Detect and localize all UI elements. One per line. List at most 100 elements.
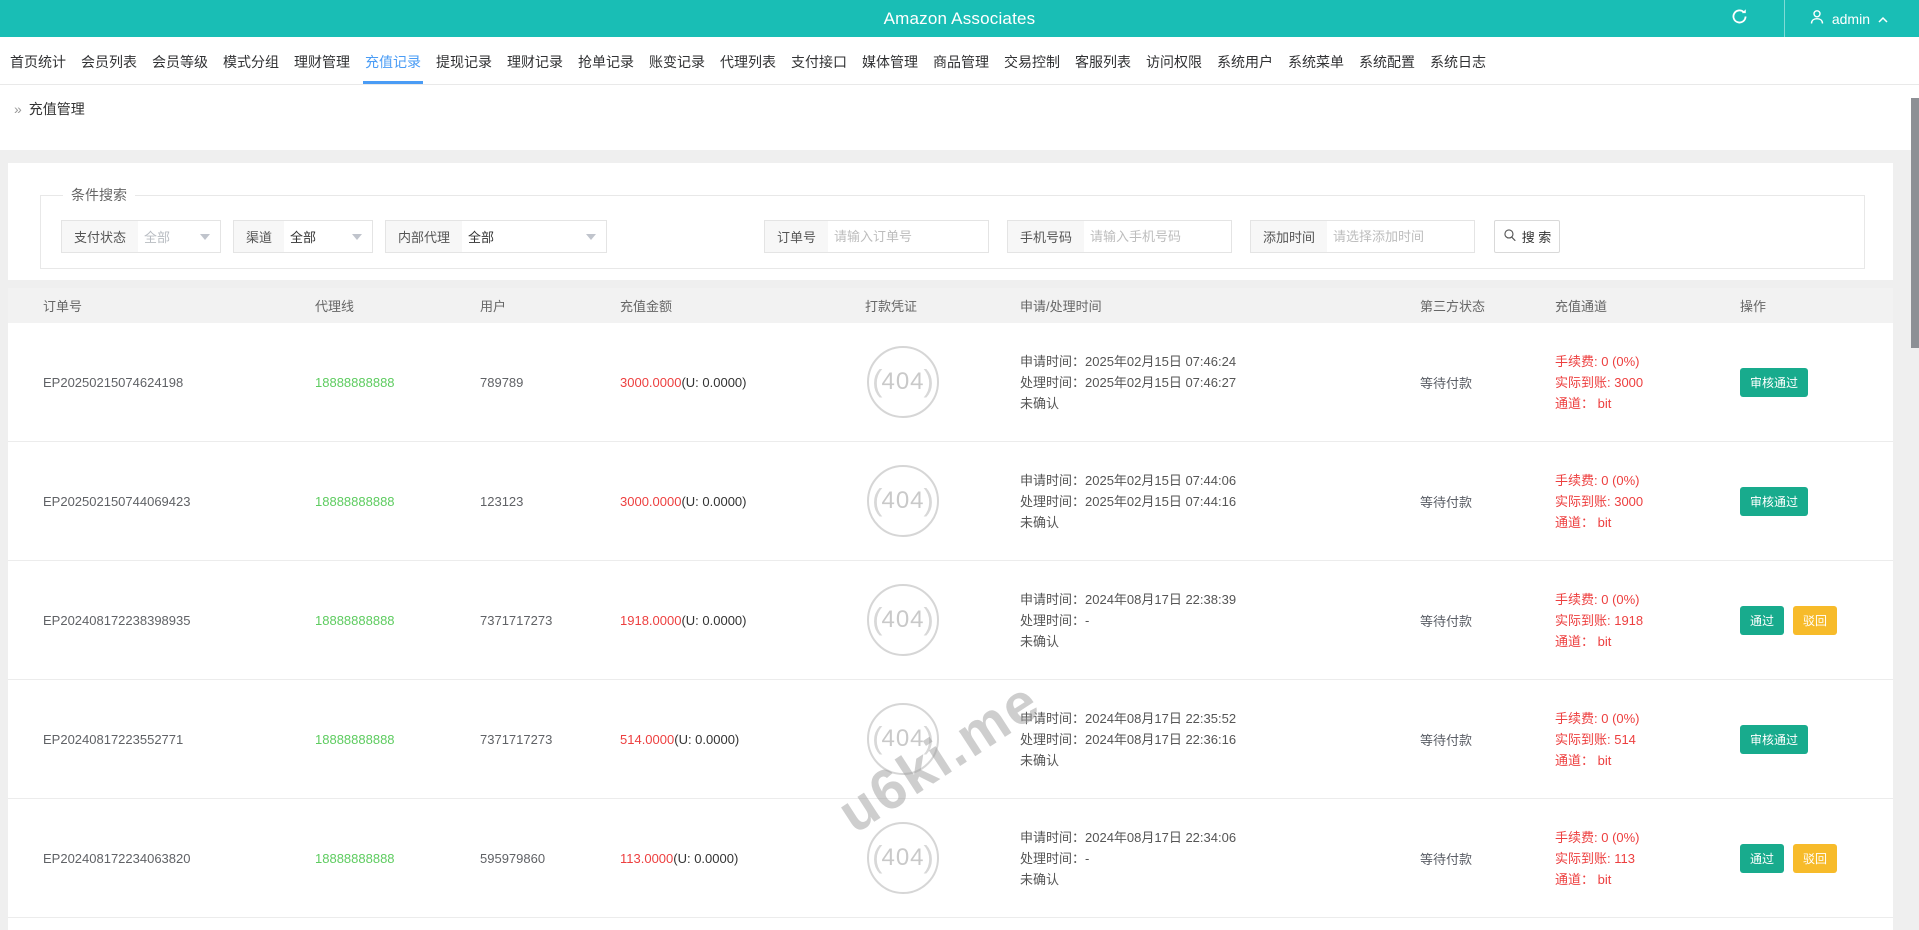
user-menu[interactable]: admin [1785, 0, 1919, 37]
pay-status-select[interactable]: 支付状态 全部 [61, 220, 221, 253]
user-id: 123123 [480, 493, 524, 509]
reject-button[interactable]: 驳回 [1793, 605, 1838, 635]
table-row: EP202408172234063820 18888888888 5959798… [8, 799, 1893, 918]
actual-line: 实际到账: 113 [1555, 850, 1635, 866]
approve-button[interactable]: 审核通过 [1740, 486, 1809, 516]
time-cell: 申请时间：2025年02月15日 07:44:06 处理时间：2025年02月1… [1020, 470, 1420, 533]
col-third-party-status: 第三方状态 [1420, 299, 1486, 314]
apply-time: 申请时间：2024年08月17日 22:38:39 [1020, 591, 1237, 607]
order-no-input[interactable] [828, 229, 988, 244]
nav-item-5[interactable]: 理财管理 [292, 38, 352, 84]
recharge-amount: 113.0000(U: 0.0000) [620, 851, 865, 866]
add-time-input[interactable] [1327, 229, 1474, 244]
nav-item-21[interactable]: 系统日志 [1428, 38, 1488, 84]
paren-close: ) [923, 600, 934, 636]
col-payment-proof: 打款凭证 [865, 299, 918, 314]
table-row: EP20240817223552771 18888888888 73717172… [8, 680, 1893, 799]
recharge-amount: 3000.0000(U: 0.0000) [620, 375, 865, 390]
paren-close: ) [923, 838, 934, 874]
nav-item-18[interactable]: 系统用户 [1215, 38, 1275, 84]
time-cell: 申请时间：2024年08月17日 22:34:06 处理时间：- 未确认 [1020, 827, 1420, 890]
amount-value: 3000.0000 [620, 374, 682, 390]
amount-suffix: (U: 0.0000) [674, 731, 740, 747]
vertical-scrollbar[interactable] [1911, 98, 1919, 348]
nav-item-11[interactable]: 代理列表 [718, 38, 778, 84]
channel-line: 通道： bit [1555, 752, 1612, 768]
nav-item-4[interactable]: 模式分组 [221, 38, 281, 84]
nav-item-6[interactable]: 充值记录 [363, 38, 423, 84]
paren-open: ( [872, 362, 883, 398]
phone-label: 手机号码 [1008, 221, 1085, 252]
process-time: 处理时间：2025年02月15日 07:44:16 [1020, 493, 1237, 509]
search-icon [1503, 228, 1517, 245]
reject-button[interactable]: 驳回 [1793, 843, 1838, 873]
time-cell: 申请时间：2024年08月17日 22:38:39 处理时间：- 未确认 [1020, 589, 1420, 652]
nav-item-1[interactable]: 首页统计 [8, 38, 68, 84]
broken-image-placeholder: ( 404 ) [867, 822, 939, 894]
row-actions: 审核通过 [1740, 486, 1893, 516]
row-actions: 审核通过 [1740, 367, 1893, 397]
nav-item-10[interactable]: 账变记录 [647, 38, 707, 84]
channel-value: 全部 [290, 230, 317, 245]
amount-suffix: (U: 0.0000) [681, 493, 747, 509]
nav-item-12[interactable]: 支付接口 [789, 38, 849, 84]
nav-item-8[interactable]: 理财记录 [505, 38, 565, 84]
amount-suffix: (U: 0.0000) [681, 612, 747, 628]
nav-item-20[interactable]: 系统配置 [1357, 38, 1417, 84]
order-number: EP20240817223552771 [43, 731, 184, 747]
apply-time: 申请时间：2024年08月17日 22:35:52 [1020, 710, 1237, 726]
nav-item-14[interactable]: 商品管理 [931, 38, 991, 84]
user-name: admin [1831, 10, 1870, 27]
approve-button[interactable]: 审核通过 [1740, 724, 1809, 754]
pass-button[interactable]: 通过 [1740, 843, 1785, 873]
row-actions: 审核通过 [1740, 724, 1893, 754]
confirm-status: 未确认 [1020, 633, 1060, 649]
internal-agent-select[interactable]: 内部代理 全部 [385, 220, 607, 253]
paren-close: ) [923, 362, 934, 398]
apply-time: 申请时间：2025年02月15日 07:46:24 [1020, 353, 1237, 369]
table-header: 订单号 代理线 用户 充值金额 打款凭证 申请/处理时间 第三方状态 充值通道 … [8, 288, 1893, 323]
paren-close: ) [923, 719, 934, 755]
nav-item-9[interactable]: 抢单记录 [576, 38, 636, 84]
nav-menu: 首页统计 会员列表 会员等级 模式分组 理财管理 充值记录 提现记录 理财记录 抢单记录 账变记录… [0, 37, 1919, 85]
nav-item-3[interactable]: 会员等级 [150, 38, 210, 84]
channel-select[interactable]: 渠道 全部 [233, 220, 373, 253]
nav-item-7[interactable]: 提现记录 [434, 38, 494, 84]
payment-proof-cell: ( 404 ) [865, 703, 1020, 775]
channel-line: 通道： bit [1555, 395, 1612, 411]
order-no-field: 订单号 [764, 220, 989, 253]
approve-button[interactable]: 审核通过 [1740, 367, 1809, 397]
col-amount: 充值金额 [620, 299, 673, 314]
col-agent-line: 代理线 [315, 299, 355, 314]
refresh-button[interactable] [1696, 0, 1784, 37]
broken-image-placeholder: ( 404 ) [867, 703, 939, 775]
nav-item-16[interactable]: 客服列表 [1073, 38, 1133, 84]
nav-item-13[interactable]: 媒体管理 [860, 38, 920, 84]
broken-image-placeholder: ( 404 ) [867, 584, 939, 656]
search-panel: 条件搜索 支付状态 全部 渠道 全部 内部代理 全部 订单号 请输入订单号 手机… [8, 163, 1893, 280]
phone-input[interactable] [1084, 229, 1231, 244]
nav-item-15[interactable]: 交易控制 [1002, 38, 1062, 84]
actual-line: 实际到账: 3000 [1555, 374, 1644, 390]
fee-line: 手续费: 0 (0%) [1555, 591, 1640, 607]
channel-cell: 手续费: 0 (0%) 实际到账: 1918 通道： bit [1555, 589, 1740, 652]
chevron-down-icon [352, 233, 362, 240]
pass-button[interactable]: 通过 [1740, 605, 1785, 635]
chevron-down-icon [586, 233, 596, 240]
fee-line: 手续费: 0 (0%) [1555, 472, 1640, 488]
recharge-amount: 514.0000(U: 0.0000) [620, 732, 865, 747]
channel-cell: 手续费: 0 (0%) 实际到账: 113 通道： bit [1555, 827, 1740, 890]
col-apply-process-time: 申请/处理时间 [1020, 299, 1102, 314]
search-button[interactable]: 搜 索 [1494, 220, 1560, 253]
order-number: EP202408172234063820 [43, 850, 191, 866]
content-area: 条件搜索 支付状态 全部 渠道 全部 内部代理 全部 订单号 请输入订单号 手机… [0, 150, 1919, 930]
payment-proof-cell: ( 404 ) [865, 822, 1020, 894]
nav-item-2[interactable]: 会员列表 [79, 38, 139, 84]
nav-item-17[interactable]: 访问权限 [1144, 38, 1204, 84]
fee-line: 手续费: 0 (0%) [1555, 829, 1640, 845]
order-number: EP202408172238398935 [43, 612, 191, 628]
image-404-text: 404 [881, 487, 925, 514]
internal-agent-value: 全部 [468, 230, 495, 245]
nav-item-19[interactable]: 系统菜单 [1286, 38, 1346, 84]
col-recharge-channel: 充值通道 [1555, 299, 1608, 314]
